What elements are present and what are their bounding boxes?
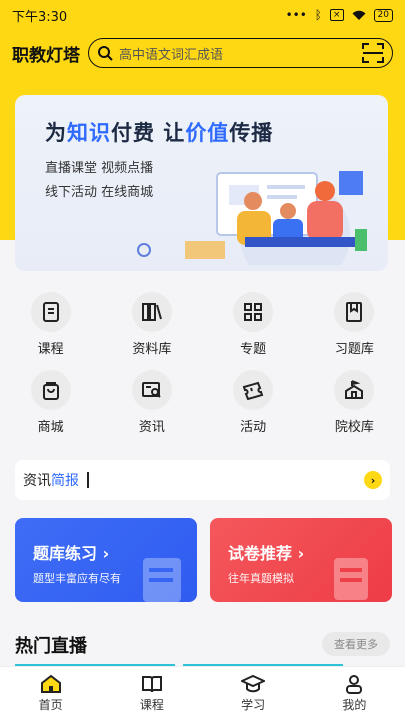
search-input[interactable]: 高中语文词汇成语 — [119, 44, 356, 63]
banner-title: 为知识付费 让价值传播 — [45, 121, 274, 145]
menu-label: 资讯 — [138, 420, 165, 435]
graduation-cap-icon — [241, 674, 266, 693]
section-title-live: 热门直播 — [15, 636, 87, 657]
status-icons: ••• ᛒ × 20 — [286, 8, 393, 22]
news-divider — [87, 472, 89, 488]
news-search-icon — [131, 370, 172, 410]
news-label-b: 简报 — [51, 473, 79, 489]
carousel-indicator[interactable] — [137, 243, 151, 257]
menu-item-topic[interactable]: 专题 — [203, 282, 304, 360]
menu-item-question-bank[interactable]: 习题库 — [304, 282, 405, 360]
question-practice-card[interactable]: 题库练习 › 题型丰富应有尽有 — [15, 518, 197, 602]
menu-label: 商城 — [37, 420, 64, 435]
news-label-a: 资讯 — [23, 473, 51, 489]
shopping-bag-icon — [30, 370, 71, 410]
school-icon — [334, 370, 375, 410]
card-title: 试卷推荐 › — [228, 544, 305, 563]
folder-icon — [143, 558, 181, 602]
menu-item-library[interactable]: 资料库 — [101, 282, 202, 360]
sim-off-icon: × — [330, 9, 344, 21]
home-icon — [40, 674, 61, 693]
more-dots-icon: ••• — [285, 8, 307, 22]
card-title: 题库练习 › — [33, 544, 110, 563]
open-book-icon — [141, 676, 162, 693]
card-subtitle: 题型丰富应有尽有 — [33, 572, 121, 585]
bluetooth-icon: ᛒ — [314, 8, 322, 22]
ticket-icon — [233, 370, 274, 410]
app-title: 职教灯塔 — [12, 45, 80, 66]
menu-item-mall[interactable]: 商城 — [0, 360, 101, 438]
menu-label: 资料库 — [132, 342, 172, 357]
menu-label: 专题 — [240, 342, 267, 357]
tab-home[interactable]: 首页 — [0, 667, 101, 720]
scroll-icon — [334, 558, 368, 600]
banner-line-1: 直播课堂 视频点播 — [45, 161, 154, 176]
menu-item-activity[interactable]: 活动 — [203, 360, 304, 438]
menu-label: 习题库 — [334, 342, 374, 357]
question-book-icon — [334, 292, 375, 332]
search-icon — [98, 46, 113, 61]
menu-item-school[interactable]: 院校库 — [304, 360, 405, 438]
status-time: 下午3:30 — [12, 9, 68, 25]
tab-label: 课程 — [139, 698, 164, 712]
banner-line-2: 线下活动 在线商城 — [45, 185, 154, 200]
status-bar: 下午3:30 ••• ᛒ × 20 — [0, 0, 405, 30]
paper-recommend-card[interactable]: 试卷推荐 › 往年真题模拟 — [210, 518, 392, 602]
scan-icon[interactable] — [362, 43, 384, 63]
user-icon — [346, 675, 363, 694]
menu-label: 课程 — [37, 342, 64, 357]
feature-menu: 课程 资料库 专题 习题库 商城 资讯 活动 院校库 — [0, 282, 405, 438]
menu-item-course[interactable]: 课程 — [0, 282, 101, 360]
menu-item-news[interactable]: 资讯 — [101, 360, 202, 438]
library-icon — [131, 292, 172, 332]
tab-mine[interactable]: 我的 — [304, 667, 405, 720]
menu-label: 活动 — [240, 420, 267, 435]
tab-label: 学习 — [241, 698, 266, 712]
promo-banner[interactable]: 为知识付费 让价值传播 直播课堂 视频点播 线下活动 在线商城 — [15, 95, 388, 271]
study-illustration — [185, 171, 367, 265]
news-ticker[interactable]: 资讯 简报 › — [15, 460, 390, 500]
tab-label: 我的 — [342, 698, 367, 712]
book-icon — [30, 292, 71, 332]
tab-label: 首页 — [38, 698, 63, 712]
battery-icon: 20 — [373, 8, 393, 22]
top-header: 职教灯塔 高中语文词汇成语 — [0, 36, 405, 70]
arrow-right-icon[interactable]: › — [364, 471, 382, 489]
view-more-button[interactable]: 查看更多 — [322, 632, 390, 656]
wifi-icon — [352, 10, 366, 20]
menu-label: 院校库 — [334, 420, 374, 435]
tab-course[interactable]: 课程 — [101, 667, 202, 720]
bottom-tab-bar: 首页 课程 学习 我的 — [0, 666, 405, 720]
card-subtitle: 往年真题模拟 — [228, 572, 294, 585]
grid-icon — [233, 292, 274, 332]
search-bar[interactable]: 高中语文词汇成语 — [88, 38, 393, 68]
tab-study[interactable]: 学习 — [203, 667, 304, 720]
